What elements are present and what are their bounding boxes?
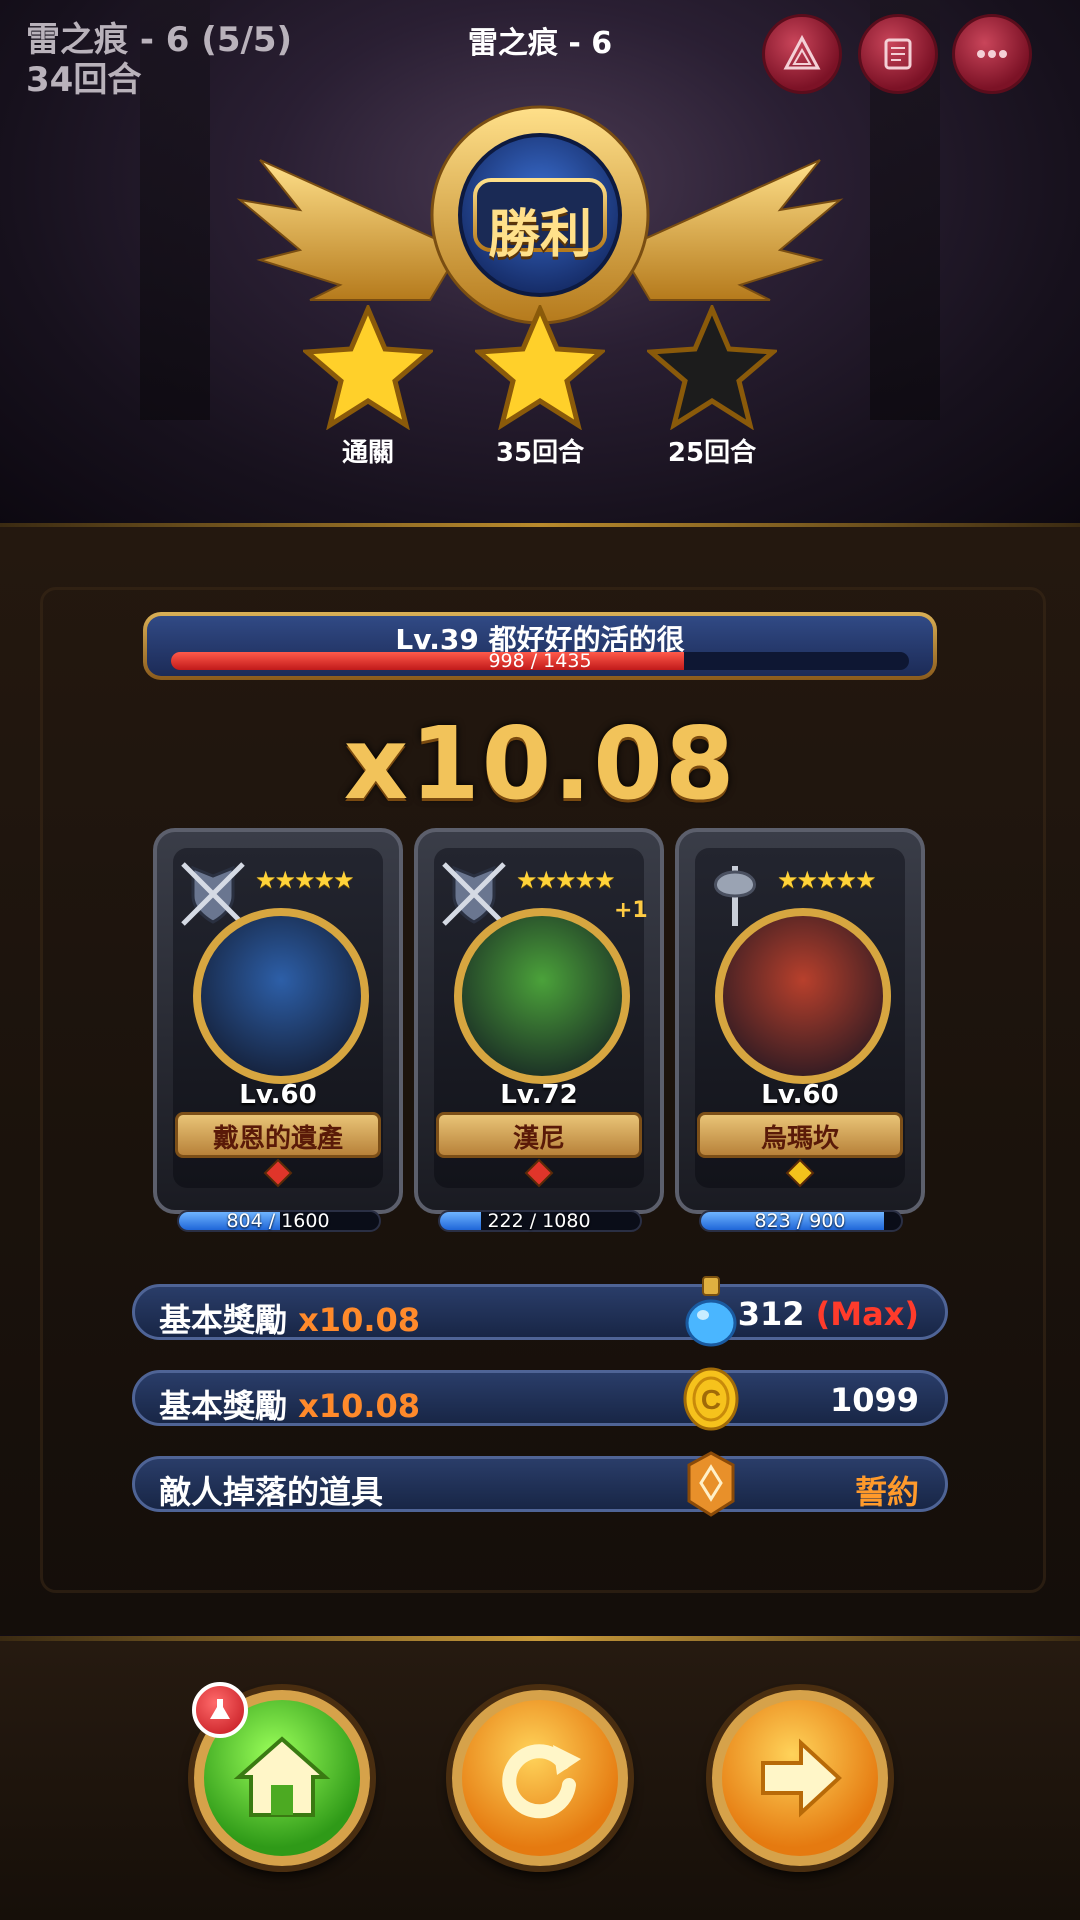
turns-used: 34回合 bbox=[26, 60, 142, 100]
retry-icon bbox=[502, 1744, 581, 1819]
hero-hp-text: 823 / 900 bbox=[754, 1210, 846, 1232]
hero-stars: ★★★★★ bbox=[516, 866, 616, 894]
gem-icon bbox=[785, 1158, 815, 1188]
potion-icon bbox=[685, 1276, 737, 1347]
exp-text: 998 / 1435 bbox=[488, 650, 592, 672]
pledge-medal-icon bbox=[687, 1451, 735, 1517]
star-icon bbox=[475, 305, 605, 430]
quest-log-button[interactable] bbox=[858, 14, 938, 94]
victory-text: 勝利 bbox=[487, 205, 592, 265]
hero-card: ★★★★★ Lv.60 烏瑪坎 823 / 900 bbox=[675, 818, 925, 1232]
hero-hp-text: 222 / 1080 bbox=[487, 1210, 591, 1232]
retry-button[interactable] bbox=[452, 1690, 628, 1866]
notification-badge bbox=[192, 1682, 248, 1738]
home-icon bbox=[233, 1736, 331, 1817]
arrow-right-icon bbox=[761, 1738, 842, 1818]
player-level-bar: Lv.39 都好好的活的很 998 / 1435 bbox=[143, 612, 937, 680]
reward-multiplier: x10.08 bbox=[343, 705, 737, 822]
more-button[interactable] bbox=[952, 14, 1032, 94]
empty-star-icon bbox=[647, 305, 777, 430]
hero-card: ★★★★★ Lv.60 戴恩的遺產 804 / 1600 bbox=[153, 818, 403, 1232]
coin-icon: C bbox=[683, 1367, 739, 1431]
gem-icon bbox=[263, 1158, 293, 1188]
hero-name: 烏瑪坎 bbox=[760, 1124, 839, 1154]
star-label: 25回合 bbox=[667, 438, 757, 468]
reward-value: 312 (Max) bbox=[737, 1295, 919, 1333]
hero-level: Lv.60 bbox=[239, 1080, 317, 1110]
star-label: 35回合 bbox=[495, 438, 585, 468]
hero-portrait bbox=[193, 908, 369, 1084]
reward-value: 誓約 bbox=[854, 1473, 919, 1511]
hero-plus-badge: +1 bbox=[614, 898, 648, 923]
flask-icon bbox=[210, 1699, 230, 1719]
next-button[interactable] bbox=[712, 1690, 888, 1866]
triangle-emblem-icon bbox=[783, 34, 821, 70]
reward-row: 敵人掉落的道具 誓約 bbox=[132, 1451, 948, 1517]
gem-icon bbox=[524, 1158, 554, 1188]
hero-portrait bbox=[454, 908, 630, 1084]
star-label: 通關 bbox=[341, 438, 394, 468]
star-icon bbox=[303, 305, 433, 430]
hero-stars: ★★★★★ bbox=[255, 866, 355, 894]
hero-name: 戴恩的遺產 bbox=[212, 1124, 343, 1154]
reward-value: 1099 bbox=[829, 1381, 919, 1419]
hero-level: Lv.60 bbox=[761, 1080, 839, 1110]
more-icon bbox=[977, 50, 1007, 58]
reward-row: 基本獎勵 x10.08 C 1099 bbox=[132, 1367, 948, 1431]
reward-label: 敵人掉落的道具 bbox=[159, 1473, 384, 1511]
hero-card: ★★★★★ +1 Lv.72 漢尼 222 / 1080 bbox=[414, 818, 664, 1232]
reward-label: 基本獎勵 x10.08 bbox=[159, 1387, 421, 1425]
hero-stars: ★★★★★ bbox=[777, 866, 877, 894]
svg-text:C: C bbox=[701, 1384, 721, 1415]
scroll-icon bbox=[884, 38, 912, 70]
hero-name: 漢尼 bbox=[512, 1124, 565, 1154]
hero-hp-text: 804 / 1600 bbox=[226, 1210, 330, 1232]
emblem-button[interactable] bbox=[762, 14, 842, 94]
hero-level: Lv.72 bbox=[500, 1080, 578, 1110]
reward-label: 基本獎勵 x10.08 bbox=[159, 1301, 421, 1339]
hero-portrait bbox=[715, 908, 891, 1084]
reward-row: 基本獎勵 x10.08 312 (Max) bbox=[132, 1276, 948, 1347]
